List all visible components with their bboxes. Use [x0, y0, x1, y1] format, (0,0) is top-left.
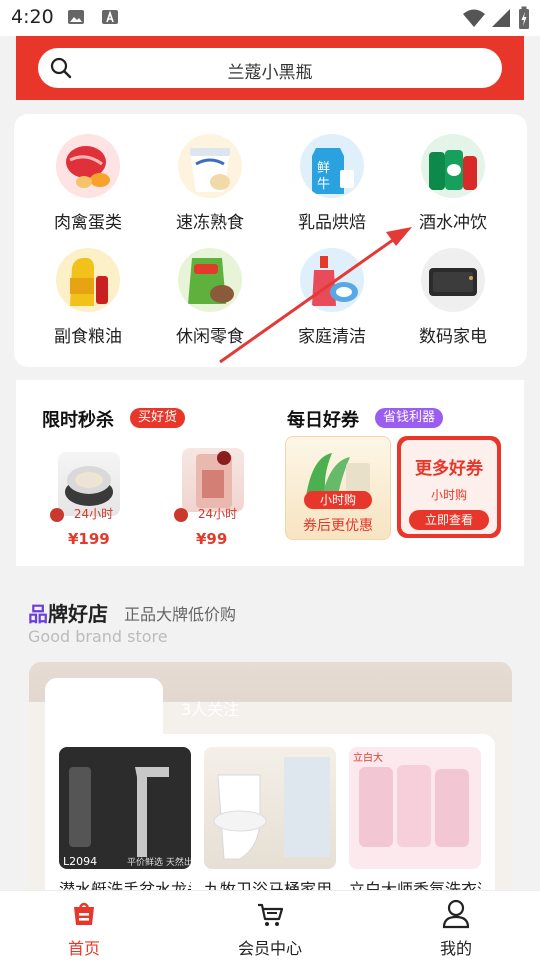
daily-coupon-tag: 省钱利器	[375, 408, 444, 428]
category-snacks[interactable]: 休闲零食	[155, 248, 265, 347]
store-product-image-1[interactable]: L2094 平价鲜选 天然出水	[59, 747, 191, 869]
store-product-image-2[interactable]	[204, 747, 336, 869]
search-query: 兰蔻小黑瓶	[227, 63, 313, 83]
tab-profile-label: 我的	[439, 939, 472, 958]
digital-appliance-icon	[421, 248, 485, 312]
category-label: 速冻熟食	[176, 213, 244, 233]
wifi-icon	[462, 8, 486, 32]
svg-text:立白大: 立白大	[353, 751, 383, 764]
tab-member-center-label: 会员中心	[237, 939, 302, 958]
text-notification-icon	[101, 9, 119, 29]
flash-sale-title: 限时秒杀	[42, 410, 114, 431]
flash-product-delivery-2: 24小时	[174, 506, 237, 522]
tab-home[interactable]: 首页	[24, 891, 144, 961]
flash-product-delivery-1: 24小时	[50, 506, 113, 522]
daily-coupon-title: 每日好券	[287, 410, 359, 431]
view-now-button[interactable]: 立即查看	[409, 510, 489, 530]
svg-text:L2094: L2094	[63, 855, 97, 868]
category-label: 乳品烘焙	[298, 213, 366, 233]
status-bar: 4:20	[0, 0, 540, 36]
category-label: 酒水冲饮	[419, 213, 487, 233]
svg-text:平价鲜选 天然出水: 平价鲜选 天然出水	[127, 856, 191, 868]
category-grid: 肉禽蛋类 速冻熟食 鲜牛 乳品烘焙 酒水冲饮 副食粮油 休闲零食 家庭清洁 数码…	[14, 114, 527, 367]
grain-oil-icon	[56, 248, 120, 312]
tab-profile[interactable]: 我的	[396, 891, 516, 961]
tab-home-label: 首页	[67, 939, 100, 958]
home-icon	[74, 902, 94, 925]
category-label: 数码家电	[419, 327, 487, 347]
dairy-bakery-icon: 鲜牛	[300, 134, 364, 198]
profile-icon	[442, 899, 470, 929]
flash-sale-tag: 买好货	[130, 408, 186, 428]
category-drinks[interactable]: 酒水冲饮	[398, 134, 508, 233]
brand-section-subtitle-en: Good brand store	[28, 627, 168, 646]
flash-product-price-1: ¥199	[68, 530, 110, 548]
battery-icon	[518, 6, 530, 34]
drinks-icon	[421, 134, 485, 198]
category-cleaning[interactable]: 家庭清洁	[277, 248, 387, 347]
daily-coupon-card[interactable]: 每日好券 省钱利器 小时购 券后更优惠 更多好券 小时购 立即查看	[275, 394, 510, 554]
category-label: 家庭清洁	[298, 327, 366, 347]
coupon-hourly-badge: 小时购	[304, 491, 372, 509]
category-grain-oil[interactable]: 副食粮油	[33, 248, 143, 347]
signal-icon	[491, 8, 511, 32]
tab-member-center[interactable]: 会员中心	[210, 891, 330, 961]
meat-eggs-icon	[56, 134, 120, 198]
coupon-card-hourly[interactable]: 小时购 券后更优惠	[285, 436, 391, 540]
store-followers: 3人关注	[181, 700, 240, 719]
brand-section-subtitle: 正品大牌低价购	[124, 605, 237, 624]
frozen-food-icon	[178, 134, 242, 198]
status-time: 4:20	[11, 6, 54, 28]
flash-product-image-2[interactable]	[182, 448, 244, 512]
coupon-caption: 券后更优惠	[303, 518, 373, 534]
bottom-tab-bar: 首页 会员中心 我的	[0, 890, 540, 961]
category-digital-appliance[interactable]: 数码家电	[398, 248, 508, 347]
search-bar[interactable]: 兰蔻小黑瓶	[38, 48, 502, 88]
cart-icon	[258, 903, 284, 926]
category-dairy-bakery[interactable]: 鲜牛 乳品烘焙	[277, 134, 387, 233]
more-coupons-badge: 小时购	[430, 488, 467, 502]
brand-store-card[interactable]: 3人关注 L2094平价鲜选 天然出水 潜水艇洗手盆水龙头 九牧卫浴马桶家用 立…	[29, 662, 512, 902]
flash-sale-card[interactable]: 限时秒杀 买好货 24小时 ¥199 24小时 ¥99	[30, 394, 265, 554]
more-coupons-title: 更多好券	[415, 459, 483, 479]
snacks-icon	[178, 248, 242, 312]
flash-product-price-2: ¥99	[196, 530, 228, 548]
image-notification-icon	[67, 9, 85, 29]
svg-text:鲜: 鲜	[317, 161, 330, 176]
store-product-image-3[interactable]: 立白大	[349, 747, 481, 869]
category-label: 副食粮油	[54, 327, 122, 347]
category-label: 休闲零食	[176, 327, 244, 347]
svg-text:牛: 牛	[317, 177, 330, 192]
more-coupons-card[interactable]: 更多好券 小时购 立即查看	[397, 436, 501, 538]
category-frozen-food[interactable]: 速冻熟食	[155, 134, 265, 233]
category-label: 肉禽蛋类	[54, 213, 122, 233]
brand-section-title: 品牌好店	[28, 602, 108, 626]
cleaning-icon	[300, 248, 364, 312]
category-meat-eggs[interactable]: 肉禽蛋类	[33, 134, 143, 233]
